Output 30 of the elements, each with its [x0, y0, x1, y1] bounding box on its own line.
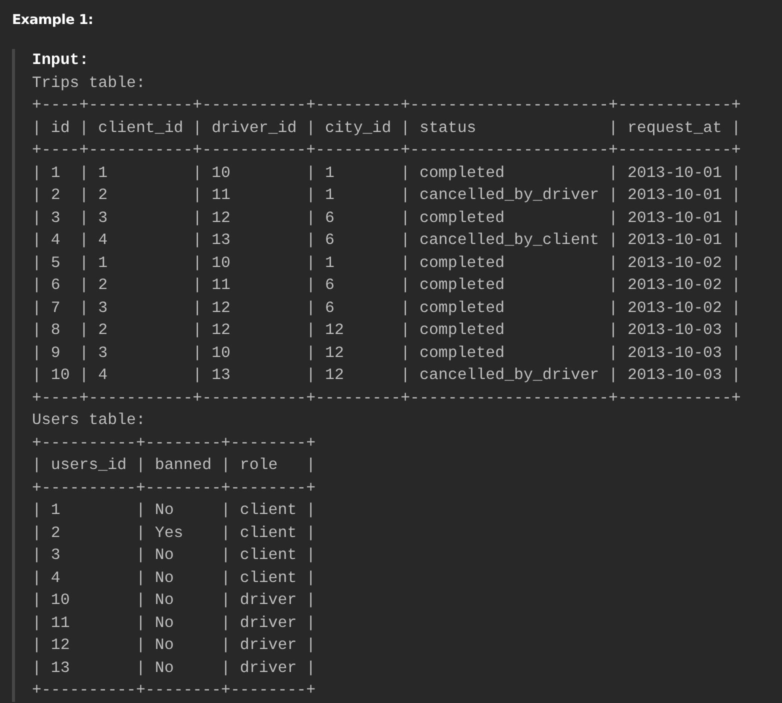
table-text-line: | 3 | 3 | 12 | 6 | completed | 2013-10-01 |	[32, 208, 741, 228]
input-label: Input:	[32, 50, 89, 71]
table-text-line: +----------+--------+--------+	[32, 680, 316, 701]
table-text-line: | 12 | No | driver |	[32, 635, 316, 656]
table-text-line: +----+-----------+-----------+---------+---------------------+------------+	[32, 95, 741, 116]
table-text-line: +----------+--------+--------+	[32, 478, 316, 498]
table-text-line: | 5 | 1 | 10 | 1 | completed | 2013-10-02 |	[32, 252, 741, 274]
table-text-line: | 8 | 2 | 12 | 12 | completed | 2013-10-03 |	[32, 320, 741, 341]
table-text-line: | 1 | 1 | 10 | 1 | completed | 2013-10-01 |	[32, 162, 741, 184]
table-text-line: | 13 | No | driver |	[32, 658, 316, 678]
table-text-line: | 10 | 4 | 13 | 12 | cancelled_by_driver | 2013-10-03 |	[32, 365, 741, 386]
table-text-line: +----+-----------+-----------+---------+---------------------+------------+	[32, 388, 741, 408]
table-text-line: | 1 | No | client |	[32, 500, 316, 521]
table-text-line: | users_id | banned | role |	[32, 455, 316, 476]
table-text-line: | 4 | No | client |	[32, 568, 316, 588]
table-text-line: | 4 | 4 | 13 | 6 | cancelled_by_client | 2013-10-01 |	[32, 230, 741, 251]
table-text-line: | id | client_id | driver_id | city_id | status | request_at |	[32, 118, 741, 138]
table-text-line: | 6 | 2 | 11 | 6 | completed | 2013-10-02 |	[32, 275, 741, 296]
table-title: Users table:	[32, 410, 146, 431]
table-text-line: | 7 | 3 | 12 | 6 | completed | 2013-10-02 |	[32, 298, 741, 318]
table-text-line: +----+-----------+-----------+---------+---------------------+------------+	[32, 140, 741, 161]
table-text-line: | 3 | No | client |	[32, 545, 316, 566]
table-text-line: | 11 | No | driver |	[32, 612, 316, 634]
example-heading: Example 1:	[12, 11, 94, 30]
table-text-line: | 9 | 3 | 10 | 12 | completed | 2013-10-03 |	[32, 342, 741, 364]
table-text-line: | 2 | 2 | 11 | 1 | cancelled_by_driver | 2013-10-01 |	[32, 185, 741, 206]
table-text-line: +----------+--------+--------+	[32, 432, 316, 454]
table-title: Trips table:	[32, 72, 146, 94]
table-text-line: | 10 | No | driver |	[32, 590, 316, 611]
table-text-line: | 2 | Yes | client |	[32, 522, 316, 544]
